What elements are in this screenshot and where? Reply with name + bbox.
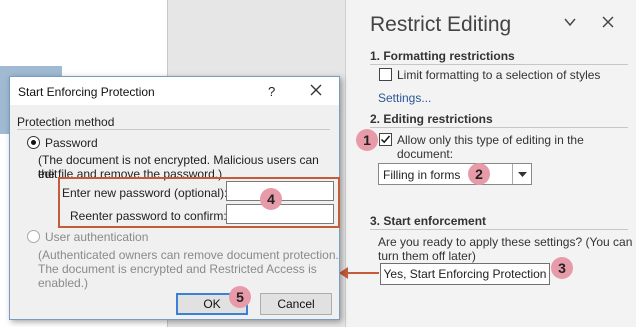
step-badge-1: 1 [356, 129, 378, 151]
checkmark-icon [380, 135, 391, 144]
step-badge-5: 5 [229, 286, 251, 308]
step-badge-3: 3 [551, 257, 573, 279]
start-enforcing-dialog: Start Enforcing Protection ? Protection … [9, 76, 340, 320]
chevron-down-icon[interactable] [562, 14, 578, 30]
allow-editing-label-line2: document: [397, 147, 454, 161]
section-divider [370, 229, 628, 230]
start-enforcing-button[interactable]: Yes, Start Enforcing Protection [380, 263, 550, 285]
password-option-label: Password [45, 136, 98, 150]
section-divider [370, 64, 628, 65]
user-auth-note-line2: The document is encrypted and Restricted… [38, 262, 317, 276]
limit-formatting-checkbox[interactable] [379, 68, 392, 81]
user-auth-note-line1: (Authenticated owners can remove documen… [38, 248, 339, 262]
allow-editing-label-line1: Allow only this type of editing in the [397, 133, 584, 147]
dialog-title: Start Enforcing Protection [18, 85, 155, 99]
dialog-titlebar[interactable]: Start Enforcing Protection ? [10, 77, 339, 105]
formatting-restrictions-heading: 1. Formatting restrictions [370, 49, 515, 63]
new-password-label: Enter new password (optional): [62, 186, 228, 200]
section-divider [370, 127, 628, 128]
close-icon[interactable] [308, 82, 324, 98]
user-auth-option-label: User authentication [45, 230, 149, 244]
enforcement-question-line2: turn them off later) [378, 249, 476, 263]
group-divider [17, 129, 330, 130]
cancel-button[interactable]: Cancel [260, 293, 332, 315]
user-auth-note-line3: enabled.) [38, 276, 89, 290]
help-button[interactable]: ? [268, 84, 275, 99]
confirm-password-label: Reenter password to confirm: [70, 209, 227, 223]
editing-type-dropdown[interactable]: Filling in forms [378, 163, 532, 185]
step-badge-2: 2 [468, 163, 490, 185]
user-authentication-radio[interactable] [27, 230, 40, 243]
restrict-editing-pane: Restrict Editing 1. Formatting restricti… [359, 0, 636, 327]
limit-formatting-label: Limit formatting to a selection of style… [397, 68, 601, 82]
editing-restrictions-heading: 2. Editing restrictions [370, 112, 493, 126]
pane-title: Restrict Editing [370, 13, 512, 36]
callout-arrow [346, 272, 379, 274]
confirm-password-input[interactable] [226, 204, 334, 224]
allow-editing-checkbox[interactable] [379, 133, 392, 146]
editing-type-value: Filling in forms [383, 168, 461, 182]
enforcement-question-line1: Are you ready to apply these settings? (… [378, 235, 633, 249]
dropdown-arrow-icon[interactable] [512, 164, 531, 184]
protection-method-label: Protection method [17, 115, 115, 129]
step-badge-4: 4 [260, 188, 282, 210]
callout-arrow-head [339, 267, 348, 279]
settings-link[interactable]: Settings... [378, 91, 431, 105]
password-radio[interactable] [27, 136, 40, 149]
start-enforcement-heading: 3. Start enforcement [370, 214, 487, 228]
close-icon[interactable] [600, 14, 616, 30]
